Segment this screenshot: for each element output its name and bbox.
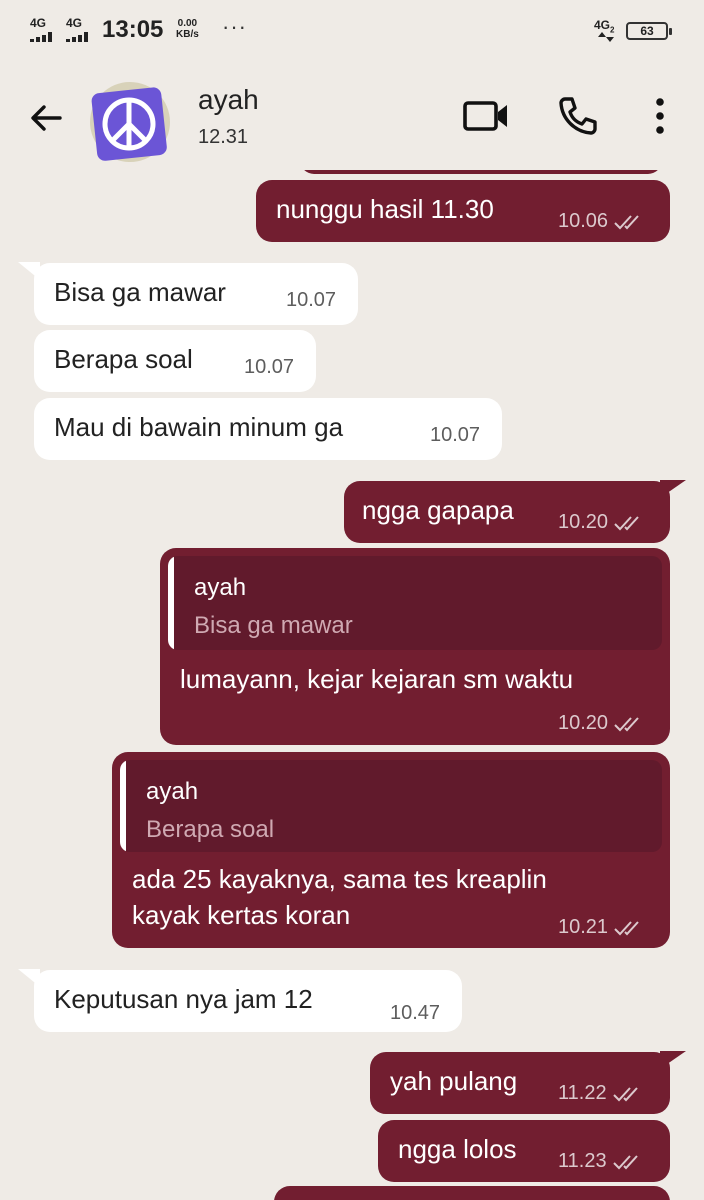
battery-icon: 63 xyxy=(626,22,672,40)
message-text: Mau di bawain minum ga xyxy=(54,412,344,442)
last-seen-time: 12.31 xyxy=(198,126,249,148)
double-check-icon xyxy=(612,1155,638,1170)
message-time: 11.22 xyxy=(558,1082,643,1105)
message-text-line-2: kayak kertas koran xyxy=(132,900,351,930)
signal-1-icon: 4G xyxy=(30,16,60,42)
network-speed: 0.00 KB/s xyxy=(176,18,199,40)
double-check-icon xyxy=(614,215,639,230)
quoted-sender: ayah xyxy=(146,778,199,805)
message-bubble-outgoing[interactable]: nunggu hasil 11.30 10.06 xyxy=(256,180,670,242)
back-arrow-icon[interactable] xyxy=(26,98,66,138)
quote-bar xyxy=(120,760,126,852)
quoted-text: Berapa soal xyxy=(146,816,275,843)
chat-header: ayah 12.31 xyxy=(0,62,704,170)
double-check-icon xyxy=(614,717,639,732)
message-text: lumayann, kejar kejaran sm waktu xyxy=(180,664,574,694)
message-time: 10.20 xyxy=(558,511,644,534)
message-text: Berapa soal xyxy=(54,344,193,374)
message-bubble-outgoing[interactable]: yah pulang 11.22 xyxy=(370,1052,670,1114)
bubble-tail-outgoing xyxy=(660,1051,686,1069)
bubble-tail-incoming xyxy=(18,262,40,280)
double-check-icon xyxy=(614,516,639,531)
message-bubble-incoming[interactable]: Mau di bawain minum ga 10.07 xyxy=(34,398,502,460)
message-bubble-incoming[interactable]: Bisa ga mawar 10.07 xyxy=(34,263,358,325)
message-text: Bisa ga mawar xyxy=(54,277,226,307)
double-check-icon xyxy=(614,921,639,936)
message-bubble-outgoing[interactable]: ngga gapapa 10.20 xyxy=(344,481,670,543)
quoted-message[interactable]: ayah Berapa soal xyxy=(120,760,662,852)
bubble-tail-incoming xyxy=(18,969,40,987)
status-time: 13:05 xyxy=(102,16,164,43)
message-text: ngga gapapa xyxy=(362,495,514,525)
message-time: 11.23 xyxy=(558,1150,643,1173)
message-bubble-incoming[interactable]: Keputusan nya jam 12 10.47 xyxy=(34,970,462,1032)
quoted-message[interactable]: ayah Bisa ga mawar xyxy=(168,556,662,650)
phone-icon[interactable] xyxy=(556,94,600,138)
message-time: 10.07 xyxy=(430,424,481,446)
video-camera-icon[interactable] xyxy=(462,96,510,136)
message-bubble-outgoing[interactable]: ngga lolos 11.23 xyxy=(378,1120,670,1182)
message-time: 10.20 xyxy=(558,712,644,735)
bubble-tail-outgoing xyxy=(660,480,686,498)
message-bubble-partial xyxy=(300,170,662,174)
message-time: 10.07 xyxy=(286,289,337,311)
double-check-icon xyxy=(612,1087,638,1102)
message-text-line-1: ada 25 kayaknya, sama tes kreaplin xyxy=(132,864,547,894)
more-vertical-icon[interactable] xyxy=(648,96,672,136)
message-time: 10.47 xyxy=(390,1002,441,1024)
message-time: 10.06 xyxy=(558,210,644,233)
avatar[interactable] xyxy=(88,80,172,164)
quote-bar xyxy=(168,556,174,650)
message-bubble-outgoing-reply[interactable]: ayah Bisa ga mawar lumayann, kejar kejar… xyxy=(160,548,670,745)
contact-name[interactable]: ayah xyxy=(198,84,259,116)
message-text: yah pulang xyxy=(390,1066,518,1096)
status-bar: 4G 4G 13:05 0.00 KB/s ··· 4G2 63 xyxy=(0,0,704,62)
quoted-sender: ayah xyxy=(194,574,247,601)
message-bubble-outgoing-reply[interactable]: ayah Berapa soal ada 25 kayaknya, sama t… xyxy=(112,752,670,948)
message-text: ngga lolos xyxy=(398,1134,517,1164)
message-time: 10.07 xyxy=(244,356,295,378)
message-list[interactable]: nunggu hasil 11.30 10.06 Bisa ga mawar 1… xyxy=(0,170,704,1200)
quoted-text: Bisa ga mawar xyxy=(194,612,353,639)
message-text: nunggu hasil 11.30 xyxy=(276,194,494,224)
status-more-icon: ··· xyxy=(222,14,247,39)
message-bubble-partial xyxy=(274,1186,670,1200)
data-arrows-icon xyxy=(598,32,614,42)
message-text: Keputusan nya jam 12 xyxy=(54,984,313,1014)
message-bubble-incoming[interactable]: Berapa soal 10.07 xyxy=(34,330,316,392)
message-time: 10.21 xyxy=(558,916,644,939)
signal-2-icon: 4G xyxy=(66,16,96,42)
